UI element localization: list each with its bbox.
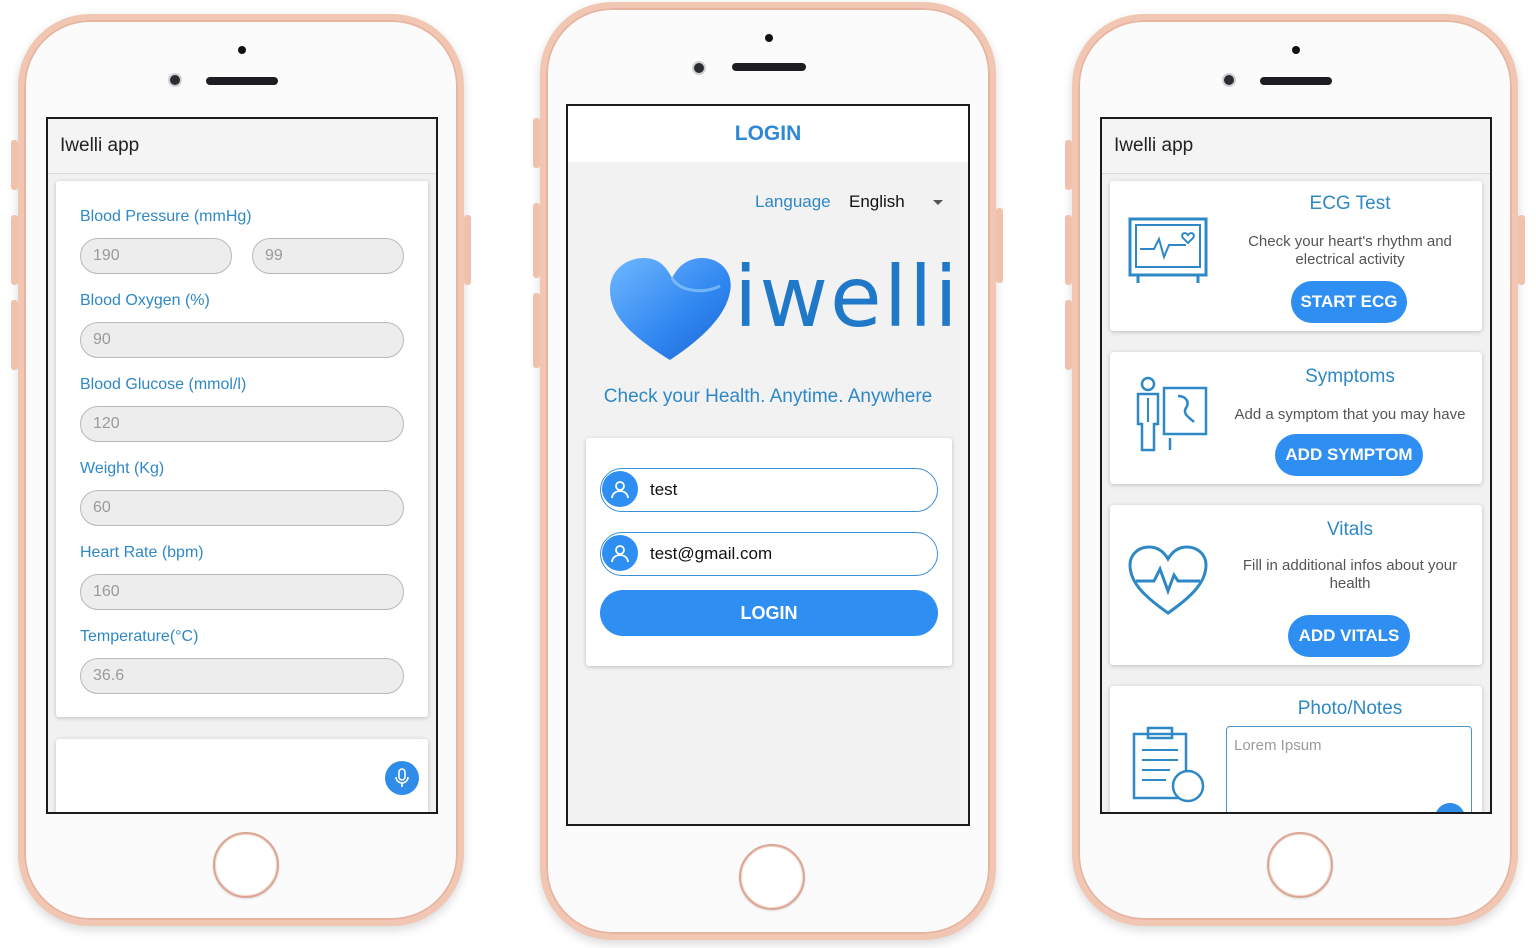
side-button bbox=[11, 215, 18, 285]
vitals-form-card: Blood Pressure (mmHg) 190 99 Blood Oxyge… bbox=[56, 181, 428, 717]
photo-notes-title: Photo/Notes bbox=[1297, 698, 1403, 719]
sensor-dot bbox=[1292, 46, 1300, 54]
page-title: LOGIN bbox=[734, 122, 802, 145]
heart-rate-input[interactable]: 160 bbox=[80, 574, 404, 610]
side-button bbox=[1518, 215, 1525, 285]
blood-glucose-label: Blood Glucose (mmol/l) bbox=[80, 376, 247, 393]
add-symptom-button[interactable]: ADD SYMPTOM bbox=[1275, 434, 1423, 476]
photo-notes-card: Photo/Notes Lorem Ipsum bbox=[1110, 686, 1482, 812]
tagline: Check your Health. Anytime. Anywhere bbox=[603, 386, 933, 407]
ecg-description: Check your heart's rhythm and electrical… bbox=[1248, 233, 1452, 268]
center-phone: LOGIN Language English iwelli Check your… bbox=[533, 2, 1003, 940]
home-button[interactable] bbox=[739, 844, 805, 910]
side-button bbox=[533, 293, 540, 368]
side-button bbox=[11, 140, 18, 190]
side-button bbox=[533, 118, 540, 168]
temperature-label: Temperature(°C) bbox=[80, 628, 199, 645]
temperature-input[interactable]: 36.6 bbox=[80, 658, 404, 694]
heart-rate-label: Heart Rate (bpm) bbox=[80, 544, 204, 561]
side-button bbox=[533, 203, 540, 278]
heart-logo-icon bbox=[610, 258, 731, 360]
side-button bbox=[1065, 300, 1072, 370]
logo-text: iwelli bbox=[734, 248, 960, 346]
left-phone: Iwelli app Blood Pressure (mmHg) 190 99 … bbox=[11, 14, 471, 926]
weight-label: Weight (Kg) bbox=[80, 460, 165, 477]
sensor-dot bbox=[238, 46, 246, 54]
clipboard-icon bbox=[1132, 726, 1205, 803]
speaker-grille bbox=[206, 77, 278, 85]
side-button bbox=[1065, 215, 1072, 285]
blood-glucose-input[interactable]: 120 bbox=[80, 406, 404, 442]
front-camera bbox=[168, 73, 182, 87]
ecg-title: ECG Test bbox=[1309, 193, 1391, 214]
language-value: English bbox=[849, 192, 905, 211]
patient-diagnosis-icon bbox=[1136, 376, 1208, 452]
side-button bbox=[464, 215, 471, 285]
speaker-grille bbox=[732, 63, 806, 71]
chevron-down-icon bbox=[933, 200, 943, 205]
user-icon bbox=[602, 471, 638, 507]
notes-card bbox=[56, 739, 428, 812]
notes-textarea[interactable]: Lorem Ipsum bbox=[1226, 726, 1472, 812]
weight-input[interactable]: 60 bbox=[80, 490, 404, 526]
home-button[interactable] bbox=[213, 832, 279, 898]
front-camera bbox=[692, 61, 706, 75]
vitals-description: Fill in additional infos about your heal… bbox=[1242, 557, 1458, 592]
notes-placeholder: Lorem Ipsum bbox=[1234, 737, 1322, 754]
home-button[interactable] bbox=[1267, 832, 1333, 898]
username-value: test bbox=[650, 480, 678, 499]
left-screen: Iwelli app Blood Pressure (mmHg) 190 99 … bbox=[46, 117, 438, 814]
front-camera bbox=[1222, 73, 1236, 87]
vitals-title: Vitals bbox=[1326, 519, 1374, 540]
ecg-card: ECG Test Check your heart's rhythm and e… bbox=[1110, 181, 1482, 331]
add-vitals-button[interactable]: ADD VITALS bbox=[1288, 615, 1410, 657]
email-field[interactable]: test@gmail.com bbox=[600, 532, 938, 576]
blood-oxygen-input[interactable]: 90 bbox=[80, 322, 404, 358]
blood-oxygen-label: Blood Oxygen (%) bbox=[80, 292, 210, 309]
email-value: test@gmail.com bbox=[650, 544, 773, 563]
start-ecg-button[interactable]: START ECG bbox=[1291, 281, 1407, 323]
speaker-grille bbox=[1260, 77, 1332, 85]
heartbeat-icon bbox=[1128, 545, 1208, 615]
vitals-card: Vitals Fill in additional infos about yo… bbox=[1110, 505, 1482, 665]
microphone-icon[interactable] bbox=[1435, 803, 1465, 812]
side-button bbox=[1065, 140, 1072, 190]
login-form-card: test test@gmail.com LOGIN bbox=[586, 438, 952, 666]
diastolic-input[interactable]: 99 bbox=[252, 238, 404, 274]
ecg-monitor-icon bbox=[1128, 217, 1208, 283]
right-screen: Iwelli app ECG Test Check your heart's r… bbox=[1100, 117, 1492, 814]
username-field[interactable]: test bbox=[600, 468, 938, 512]
systolic-input[interactable]: 190 bbox=[80, 238, 232, 274]
login-header: LOGIN bbox=[568, 106, 968, 162]
sensor-dot bbox=[765, 34, 773, 42]
language-select[interactable]: English bbox=[849, 192, 949, 216]
side-button bbox=[11, 300, 18, 370]
side-button bbox=[996, 208, 1003, 283]
iwelli-logo: iwelli bbox=[608, 248, 958, 366]
user-icon bbox=[602, 535, 638, 571]
symptoms-description: Add a symptom that you may have bbox=[1234, 406, 1466, 423]
blood-pressure-label: Blood Pressure (mmHg) bbox=[80, 208, 252, 225]
center-screen: LOGIN Language English iwelli Check your… bbox=[566, 104, 970, 826]
app-title: Iwelli app bbox=[1102, 119, 1490, 174]
language-label: Language bbox=[755, 192, 831, 211]
symptoms-title: Symptoms bbox=[1305, 366, 1395, 387]
symptoms-card: Symptoms Add a symptom that you may have… bbox=[1110, 352, 1482, 484]
login-button[interactable]: LOGIN bbox=[600, 590, 938, 636]
app-title: Iwelli app bbox=[48, 119, 436, 174]
microphone-icon[interactable] bbox=[385, 761, 419, 795]
right-phone: Iwelli app ECG Test Check your heart's r… bbox=[1065, 14, 1525, 926]
